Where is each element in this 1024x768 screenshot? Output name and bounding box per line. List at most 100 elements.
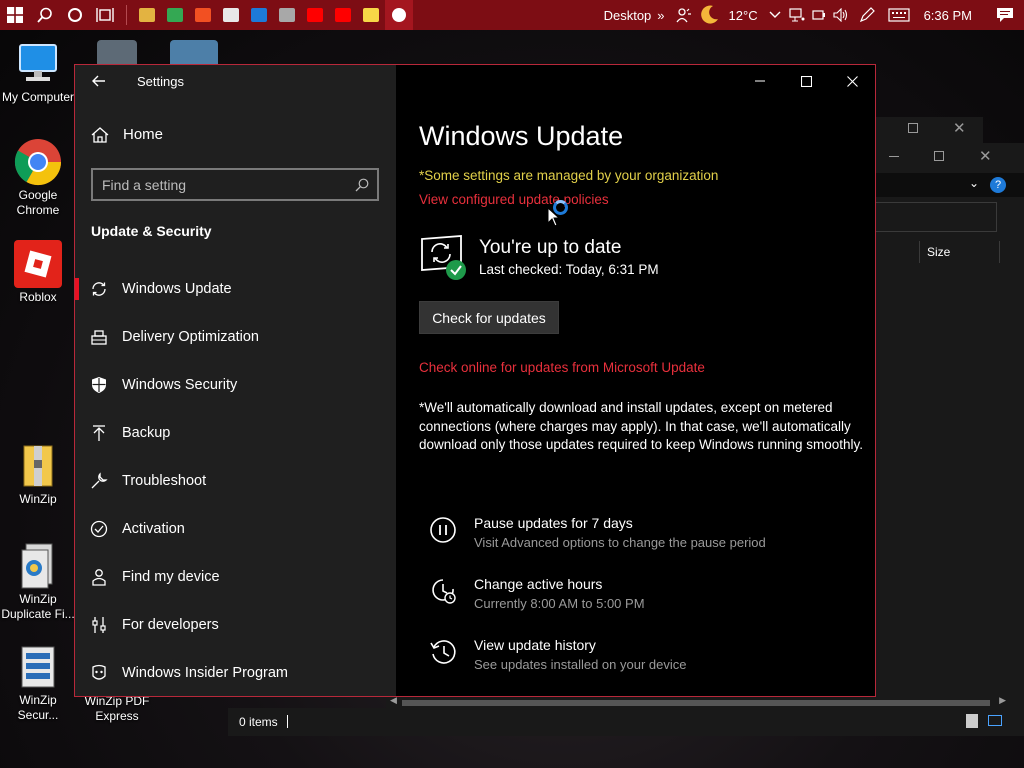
desktop-icon-chrome[interactable]: Google Chrome — [1, 138, 75, 218]
volume-icon[interactable] — [830, 0, 852, 30]
pen-icon[interactable] — [852, 0, 882, 30]
large-icons-view-icon[interactable] — [988, 715, 1002, 726]
taskbar-app-photos[interactable] — [273, 0, 301, 30]
chevron-down-icon[interactable]: ⌄ — [969, 176, 979, 190]
weather-temperature[interactable]: 12°C — [723, 8, 764, 23]
nav-item-backup[interactable]: Backup — [75, 409, 396, 457]
explorer-titlebar: ✕ — [875, 143, 1024, 171]
column-size-header[interactable]: Size — [927, 245, 950, 259]
desktop-icon-label: WinZip Duplicate Fi... — [1, 592, 75, 621]
view-update-history-option[interactable]: View update history See updates installe… — [428, 637, 686, 672]
toolbar-overflow-icon[interactable]: » — [657, 8, 672, 23]
youtube-2-icon — [335, 8, 351, 22]
start-button[interactable] — [0, 0, 30, 30]
desktop-toolbar-label[interactable]: Desktop — [598, 8, 658, 23]
close-icon[interactable]: ✕ — [979, 147, 992, 165]
search-input[interactable] — [93, 170, 355, 199]
desktop-icon-my-computer[interactable]: My Computer — [1, 40, 75, 105]
nav-item-windows-insider-program[interactable]: Windows Insider Program — [75, 649, 396, 696]
nav-item-activation[interactable]: Activation — [75, 505, 396, 553]
chevron-up-icon[interactable] — [764, 0, 786, 30]
people-icon[interactable] — [673, 0, 695, 30]
keyboard-icon[interactable] — [882, 0, 916, 30]
maximize-button[interactable] — [783, 65, 829, 97]
history-icon — [428, 637, 458, 667]
taskbar-app-remote[interactable] — [245, 0, 273, 30]
partial-desktop-icon[interactable] — [170, 40, 218, 64]
chrome-icon — [167, 8, 183, 22]
photos-icon — [279, 8, 295, 22]
close-icon[interactable]: ✕ — [953, 119, 966, 137]
taskbar-app-settings[interactable] — [385, 0, 413, 30]
clock-time[interactable]: 6:36 PM — [916, 8, 986, 23]
help-icon[interactable]: ? — [990, 177, 1006, 193]
search-icon[interactable] — [355, 178, 369, 192]
taskbar-app-youtube-2[interactable] — [329, 0, 357, 30]
cortana-button[interactable] — [60, 0, 90, 30]
desktop-icon-label: Google Chrome — [16, 188, 60, 217]
nav-item-windows-update[interactable]: Windows Update — [75, 265, 396, 313]
desktop-icon-label: My Computer — [1, 90, 75, 104]
automatic-updates-note: *We'll automatically download and instal… — [419, 400, 864, 452]
network-icon[interactable] — [786, 0, 808, 30]
winzip-duplicate-icon — [14, 542, 62, 590]
last-checked-text: Last checked: Today, 6:31 PM — [479, 262, 659, 277]
option-title: Pause updates for 7 days — [474, 515, 633, 531]
settings-sidebar: Settings Home Update & Security Windows … — [75, 65, 396, 696]
check-for-updates-button[interactable]: Check for updates — [419, 301, 559, 334]
busy-spinner-icon — [553, 200, 568, 215]
address-bar[interactable] — [875, 202, 997, 232]
maximize-icon[interactable] — [934, 151, 944, 161]
nav-item-windows-security[interactable]: Windows Security — [75, 361, 396, 409]
scroll-right-icon[interactable]: ▶ — [999, 695, 1006, 706]
back-arrow-icon — [92, 75, 105, 87]
desktop-icon-winzip-duplicate[interactable]: WinZip Duplicate Fi... — [1, 542, 75, 622]
nav-item-label: Windows Update — [122, 281, 232, 297]
taskbar-app-chrome[interactable] — [161, 0, 189, 30]
nav-item-delivery-optimization[interactable]: Delivery Optimization — [75, 313, 396, 361]
close-button[interactable] — [829, 65, 875, 97]
nav-item-troubleshoot[interactable]: Troubleshoot — [75, 457, 396, 505]
search-button[interactable] — [30, 0, 60, 30]
shield-icon — [90, 376, 108, 394]
home-nav-item[interactable]: Home — [91, 126, 163, 143]
minimize-icon[interactable] — [889, 156, 899, 157]
weather-moon-icon[interactable] — [695, 0, 723, 30]
task-view-button[interactable] — [90, 0, 120, 30]
taskbar-app-store[interactable] — [189, 0, 217, 30]
taskbar-app-roblox[interactable] — [217, 0, 245, 30]
pause-updates-option[interactable]: Pause updates for 7 days Visit Advanced … — [428, 515, 766, 550]
recycle-bin-icon[interactable] — [97, 40, 137, 64]
pinned-apps — [133, 0, 413, 30]
view-update-policies-link[interactable]: View configured update policies — [419, 192, 609, 207]
nav-item-find-my-device[interactable]: Find my device — [75, 553, 396, 601]
pause-icon — [428, 515, 458, 545]
background-window-titlebar[interactable]: ✕ — [875, 117, 983, 145]
column-divider — [999, 241, 1000, 263]
roblox-icon — [14, 240, 62, 288]
action-center-icon[interactable] — [986, 0, 1024, 30]
insider-icon — [90, 664, 108, 682]
option-subtitle: Visit Advanced options to change the pau… — [474, 535, 766, 550]
taskbar-app-sticky-notes[interactable] — [357, 0, 385, 30]
details-view-icon[interactable] — [966, 714, 978, 728]
check-online-updates-link[interactable]: Check online for updates from Microsoft … — [419, 360, 705, 375]
maximize-icon[interactable] — [908, 123, 918, 133]
developer-icon — [90, 616, 108, 634]
desktop-icon-winzip-secure[interactable]: WinZip Secur... — [1, 643, 75, 723]
store-icon — [195, 8, 211, 22]
change-active-hours-option[interactable]: Change active hours Currently 8:00 AM to… — [428, 576, 645, 611]
power-icon[interactable] — [808, 0, 830, 30]
chrome-icon — [14, 138, 62, 186]
nav-item-for-developers[interactable]: For developers — [75, 601, 396, 649]
back-button[interactable] — [75, 65, 123, 97]
settings-search-box — [91, 168, 379, 201]
taskbar-app-file-explorer[interactable] — [133, 0, 161, 30]
desktop-icon-winzip-pdf[interactable]: WinZip PDF Express — [80, 694, 154, 724]
desktop-icon-roblox[interactable]: Roblox — [1, 240, 75, 305]
desktop-icon-winzip[interactable]: WinZip — [1, 442, 75, 507]
scrollbar-thumb[interactable] — [402, 700, 990, 706]
minimize-button[interactable] — [737, 65, 783, 97]
person-pin-icon — [90, 568, 108, 586]
taskbar-app-youtube[interactable] — [301, 0, 329, 30]
